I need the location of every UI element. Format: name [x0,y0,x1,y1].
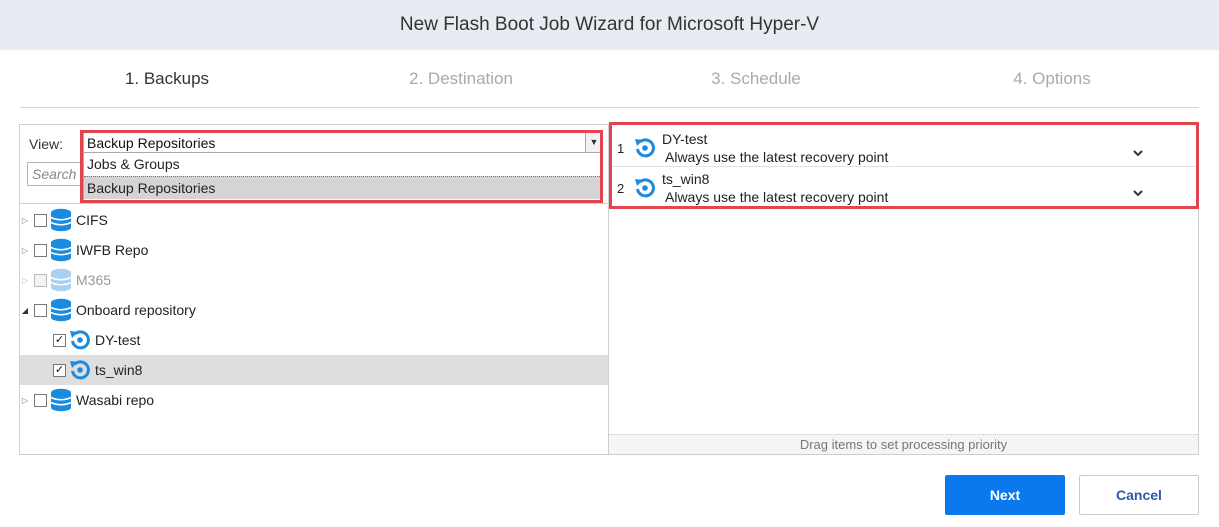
tree-item-dy-test[interactable]: ✓ DY-test [20,325,608,355]
inventory-panel: View: Backup Repositories ▼ Search Jobs … [19,124,609,455]
view-select-value: Backup Repositories [87,135,216,151]
step-destination[interactable]: 2. Destination [336,69,586,89]
tree-item-label: IWFB Repo [76,242,149,258]
expand-arrow-icon[interactable]: ▷ [20,396,30,405]
priority-number: 2 [617,181,625,196]
database-icon [50,238,72,262]
step-options[interactable]: 4. Options [927,69,1177,89]
view-label: View: [29,136,63,152]
tree-item-label: M365 [76,272,112,288]
chevron-down-icon[interactable]: ▼ [585,133,602,152]
view-option-backup-repositories[interactable]: Backup Repositories [84,176,602,199]
checkbox[interactable] [34,393,47,407]
priority-item-ts-win8[interactable]: 2 ts_win8 Always use the latest recovery… [612,167,1196,207]
recovery-point-select[interactable]: Always use the latest recovery point [665,189,888,205]
expand-arrow-icon[interactable]: ▷ [20,246,30,255]
collapse-arrow-icon[interactable]: ◢ [20,306,30,315]
checkbox[interactable] [34,303,47,317]
backup-sync-icon [635,178,655,198]
priority-panel: 1 DY-test Always use the latest recovery… [608,122,1199,455]
checkbox [34,273,47,287]
priority-item-dy-test[interactable]: 1 DY-test Always use the latest recovery… [612,127,1196,167]
tree-item-label: Onboard repository [76,302,196,318]
checkbox[interactable] [34,213,47,227]
step-schedule[interactable]: 3. Schedule [631,69,881,89]
wizard-title-bar: New Flash Boot Job Wizard for Microsoft … [0,0,1219,50]
database-icon [50,388,72,412]
chevron-down-icon[interactable] [1132,187,1144,199]
wizard-steps: 1. Backups 2. Destination 3. Schedule 4.… [20,50,1199,108]
expand-arrow-icon: ▷ [21,275,29,285]
backup-sync-icon [70,330,90,350]
tree-item-m365: ▷ M365 [20,265,608,295]
cancel-button[interactable]: Cancel [1079,475,1199,515]
view-dropdown-list: Jobs & Groups Backup Repositories [83,153,603,201]
divider [20,203,608,204]
expand-arrow-icon[interactable]: ▷ [20,216,30,225]
tree-item-label: ts_win8 [95,362,143,378]
tree-item-label: DY-test [95,332,141,348]
step-backups[interactable]: 1. Backups [42,69,292,89]
tree-item-cifs[interactable]: ▷ CIFS [20,205,608,235]
database-icon [50,268,72,292]
next-button[interactable]: Next [945,475,1065,515]
tree-item-label: Wasabi repo [76,392,155,408]
tree-item-wasabi-repo[interactable]: ▷ Wasabi repo [20,385,608,415]
checkbox-checked[interactable]: ✓ [53,333,66,347]
database-icon [50,208,72,232]
priority-item-name: DY-test [662,131,708,147]
backup-sync-icon [635,138,655,158]
drag-hint: Drag items to set processing priority [609,434,1198,454]
tree-item-label: CIFS [76,212,108,228]
priority-number: 1 [617,141,625,156]
view-option-jobs-groups[interactable]: Jobs & Groups [84,153,602,176]
recovery-point-select[interactable]: Always use the latest recovery point [665,149,888,165]
priority-item-name: ts_win8 [662,171,710,187]
chevron-down-icon[interactable] [1132,147,1144,159]
search-input[interactable]: Search [27,162,83,186]
wizard-title: New Flash Boot Job Wizard for Microsoft … [399,14,820,35]
checkbox-checked[interactable]: ✓ [53,363,66,377]
database-icon [50,298,72,322]
tree-item-iwfb-repo[interactable]: ▷ IWFB Repo [20,235,608,265]
tree-item-onboard-repository[interactable]: ◢ Onboard repository [20,295,608,325]
backup-sync-icon [70,360,90,380]
checkbox[interactable] [34,243,47,257]
view-select[interactable]: Backup Repositories ▼ [83,132,603,153]
tree-item-ts-win8[interactable]: ✓ ts_win8 [20,355,608,385]
